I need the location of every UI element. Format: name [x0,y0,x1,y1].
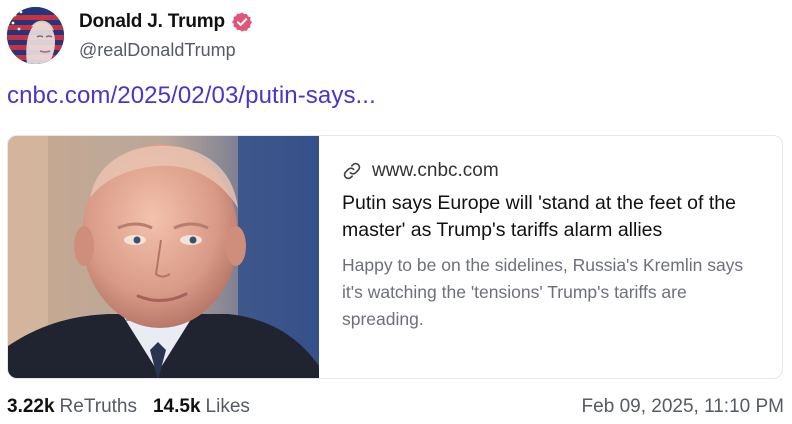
retruths-label: ReTruths [59,396,137,417]
author-handle[interactable]: @realDonaldTrump [79,40,236,61]
card-image [8,136,319,378]
post: Donald J. Trump @realDonaldTrump cnbc.co… [0,0,792,424]
post-link[interactable]: cnbc.com/2025/02/03/putin-says... [7,82,376,110]
flag-portrait-avatar [7,7,64,64]
link-chain-icon [342,161,362,181]
avatar[interactable] [7,7,64,64]
card-title: Putin says Europe will 'stand at the fee… [342,192,736,241]
author-display-name[interactable]: Donald J. Trump [79,11,225,33]
card-description: Happy to be on the sidelines, Russia's K… [342,255,744,329]
post-stats: 3.22k ReTruths 14.5k Likes Feb 09, 2025,… [7,393,784,421]
likes-count: 14.5k [152,396,201,417]
card-domain: www.cnbc.com [372,160,499,181]
retruths-stat[interactable]: 3.22k ReTruths [7,396,137,418]
link-preview-card[interactable]: www.cnbc.com Putin says Europe will 'sta… [7,135,783,379]
retruths-count: 3.22k [7,396,55,417]
card-body: www.cnbc.com Putin says Europe will 'sta… [342,156,762,333]
likes-label: Likes [205,396,250,417]
author-name-row: Donald J. Trump [79,8,253,36]
post-timestamp[interactable]: Feb 09, 2025, 11:10 PM [582,396,784,418]
card-domain-row: www.cnbc.com [342,156,762,186]
verified-badge-icon [231,11,253,33]
likes-stat[interactable]: 14.5k Likes [153,396,250,418]
